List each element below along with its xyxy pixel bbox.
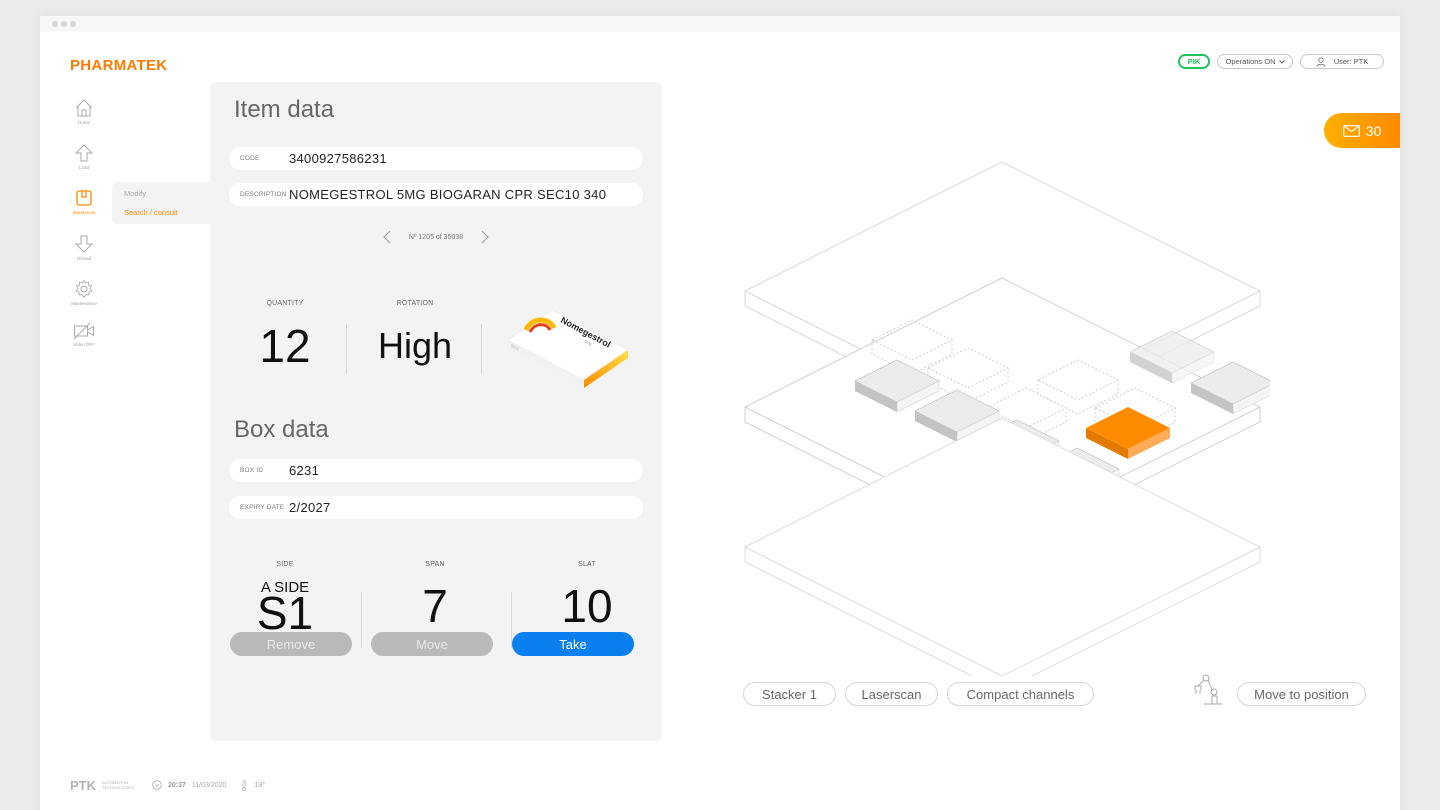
- brand-logo: PHARMATEK: [70, 57, 168, 74]
- home-icon: [75, 99, 93, 117]
- chevron-right-icon: [481, 230, 489, 244]
- sidebar-item-label: Load: [78, 165, 89, 170]
- operations-dropdown[interactable]: Operations ON: [1217, 54, 1293, 69]
- sidebar-item-label: Warehouse: [72, 210, 96, 215]
- window-minimize-button[interactable]: [61, 21, 67, 27]
- move-to-position-button[interactable]: Move to position: [1237, 682, 1366, 706]
- expiry-date-label: EXPIRY DATE: [240, 504, 285, 511]
- box-icon: [76, 190, 92, 206]
- box-id-field[interactable]: BOX ID 6231: [229, 459, 643, 482]
- warehouse-3d-view[interactable]: [740, 156, 1270, 676]
- side-label: SIDE: [276, 561, 294, 568]
- laserscan-button[interactable]: Laserscan: [845, 682, 938, 706]
- footer-date: 11/03/2020: [191, 781, 227, 789]
- product-box-image: Nomegestrol 5mg: [507, 309, 629, 388]
- code-value: 3400927586231: [289, 151, 387, 166]
- expiry-date-field[interactable]: EXPIRY DATE 2/2027: [229, 496, 643, 519]
- divider: [361, 592, 362, 648]
- description-value: NOMEGESTROL 5MG BIOGARAN CPR SEC10 340: [289, 187, 607, 202]
- submenu-item-search-consult[interactable]: Search / consult: [124, 208, 178, 217]
- mail-icon: [1342, 124, 1360, 137]
- arrow-up-icon: [74, 144, 94, 162]
- video-off-icon: [73, 322, 94, 340]
- side-metric: SIDE A SIDE S1: [240, 561, 330, 639]
- divider: [481, 324, 482, 374]
- mode-badge-label: PIK: [1187, 57, 1201, 66]
- window-close-button[interactable]: [52, 21, 58, 27]
- slat-metric: SLAT 10: [542, 561, 632, 632]
- compact-channels-button[interactable]: Compact channels: [947, 682, 1094, 706]
- quantity-value: 12: [259, 320, 311, 372]
- next-item-button[interactable]: [478, 228, 492, 246]
- sidebar-item-home[interactable]: Home: [66, 98, 102, 125]
- sidebar-item-label: Unload: [76, 256, 92, 261]
- span-label: SPAN: [425, 561, 445, 568]
- sidebar-item-label: Home: [77, 120, 90, 125]
- side-value: S1: [256, 587, 314, 639]
- take-button[interactable]: Take: [512, 632, 634, 656]
- box-data-title: Box data: [234, 416, 329, 443]
- chevron-down-icon: [1278, 59, 1285, 64]
- rotation-metric: ROTATION High: [360, 300, 470, 367]
- move-button[interactable]: Move: [371, 632, 493, 656]
- pager-text: Nº 1205 of 35038: [408, 233, 464, 241]
- clock-icon: [152, 780, 162, 790]
- user-label: User: PTK: [1333, 57, 1369, 66]
- item-data-title: Item data: [234, 96, 335, 123]
- sidebar-item-unload[interactable]: Unload: [66, 234, 102, 261]
- code-field[interactable]: CODE 3400927586231: [229, 147, 643, 170]
- mode-badge[interactable]: PIK: [1178, 54, 1210, 69]
- messages-button[interactable]: 30: [1324, 113, 1400, 148]
- gear-icon: [75, 279, 93, 299]
- span-value: 7: [422, 580, 448, 632]
- sidebar-item-maintenance[interactable]: Maintenance: [66, 279, 102, 306]
- previous-item-button[interactable]: [380, 228, 394, 246]
- box-id-value: 6231: [289, 463, 320, 478]
- operations-label: Operations ON: [1225, 57, 1276, 66]
- box-id-label: BOX ID: [240, 467, 264, 474]
- footer-brand-sub: AUTOMATION TECHNOLOGIES: [102, 780, 134, 790]
- window-maximize-button[interactable]: [70, 21, 76, 27]
- warehouse-submenu: Modify Search / consult: [112, 182, 212, 224]
- sidebar-item-label: Maintenance: [71, 301, 97, 306]
- status-footer: PTK AUTOMATION TECHNOLOGIES 20:37 11/03/…: [70, 776, 265, 794]
- sidebar-item-warehouse[interactable]: Warehouse: [66, 188, 102, 215]
- app-window: PHARMATEK PIK Operations ON User: PTK 30…: [40, 16, 1400, 810]
- thermometer-icon: [242, 779, 248, 791]
- span-metric: SPAN 7: [390, 561, 480, 632]
- sidebar-item-label: Video OFF: [73, 342, 95, 347]
- user-icon: [1316, 57, 1326, 67]
- rotation-label: ROTATION: [396, 300, 434, 307]
- quantity-metric: QUANTITY 12: [240, 300, 330, 373]
- remove-button[interactable]: Remove: [230, 632, 352, 656]
- robot-arm-icon: [1194, 674, 1222, 705]
- user-button[interactable]: User: PTK: [1300, 54, 1384, 69]
- code-label: CODE: [240, 155, 260, 162]
- footer-temperature: 19°: [254, 781, 266, 789]
- stacker-button[interactable]: Stacker 1: [743, 682, 836, 706]
- divider: [346, 324, 347, 374]
- sidebar-item-video[interactable]: Video OFF: [66, 322, 102, 347]
- title-bar: [40, 16, 1400, 32]
- footer-time: 20:37: [168, 781, 186, 789]
- rotation-value: High: [377, 325, 453, 366]
- sidebar-item-load[interactable]: Load: [66, 143, 102, 170]
- expiry-date-value: 2/2027: [289, 500, 331, 515]
- submenu-item-modify[interactable]: Modify: [124, 189, 146, 198]
- footer-brand: PTK: [70, 777, 96, 793]
- arrow-down-icon: [74, 235, 94, 253]
- chevron-left-icon: [383, 230, 391, 244]
- item-pager: Nº 1205 of 35038: [380, 228, 492, 246]
- slat-value: 10: [561, 580, 613, 632]
- messages-count: 30: [1365, 122, 1382, 139]
- description-field[interactable]: DESCRIPTION NOMEGESTROL 5MG BIOGARAN CPR…: [229, 183, 643, 206]
- quantity-label: QUANTITY: [266, 300, 304, 307]
- description-label: DESCRIPTION: [240, 191, 287, 198]
- slat-label: SLAT: [578, 561, 596, 568]
